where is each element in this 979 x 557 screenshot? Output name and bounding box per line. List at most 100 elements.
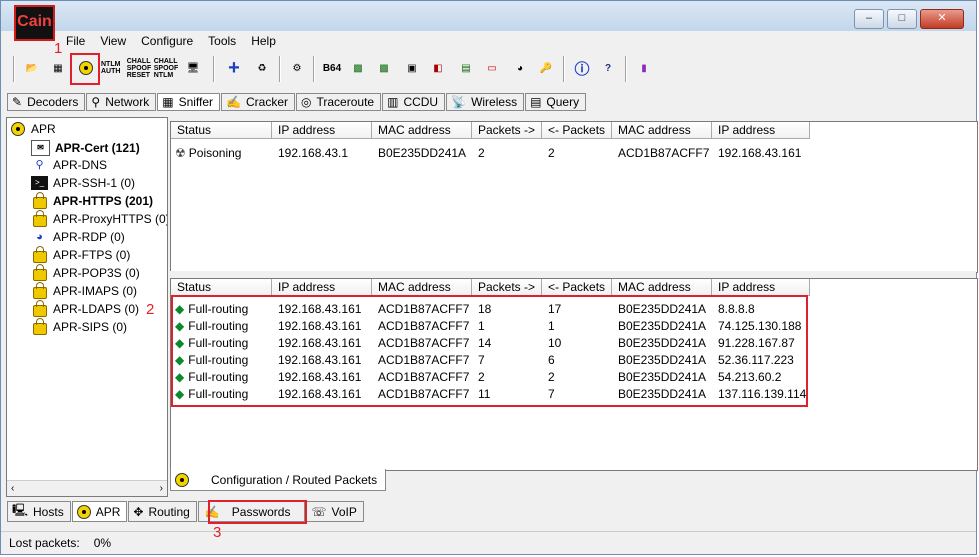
exit-icon[interactable]: ▮ [633, 57, 655, 79]
column-status[interactable]: Status [171, 122, 272, 139]
tree-item-label: APR-LDAPS (0) [53, 302, 140, 316]
help-icon[interactable]: ? [597, 57, 619, 79]
tab-label: Cracker [246, 95, 289, 109]
open-folder-icon[interactable]: 📂 [21, 57, 43, 79]
scroll-right-icon[interactable]: › [160, 483, 163, 494]
toolbar-separator [213, 56, 215, 82]
info-icon[interactable]: ⓘ [571, 57, 593, 79]
start-sniffer-icon[interactable]: ▦ [47, 57, 69, 79]
tab-query[interactable]: ▤ Query [525, 93, 587, 111]
tree-item-apr-pop3s[interactable]: APR-POP3S (0) [31, 264, 140, 281]
card-icon[interactable]: ▭ [481, 57, 503, 79]
tree-item-apr-rdp[interactable]: ◕ APR-RDP (0) [31, 230, 125, 244]
column-status[interactable]: Status [171, 279, 272, 296]
base64-button[interactable]: B64 [321, 57, 343, 79]
network-icon: ⚲ [91, 95, 101, 109]
tree-horizontal-scrollbar[interactable]: ‹ › [7, 480, 167, 496]
tab-cracker[interactable]: ✍ Cracker [221, 93, 296, 111]
maximize-button[interactable]: □ [887, 9, 917, 29]
tab-traceroute[interactable]: ◎ Traceroute [296, 93, 382, 111]
screen-icon[interactable]: 🖥 [182, 57, 204, 79]
tree-item-apr-ldaps[interactable]: APR-LDAPS (0) [31, 300, 140, 317]
tab-apr[interactable]: APR [71, 501, 128, 522]
tab-routing[interactable]: ✥ Routing [128, 501, 197, 522]
table-header: Status IP address MAC address Packets ->… [171, 279, 810, 296]
column-packets-in[interactable]: <- Packets [542, 122, 612, 139]
toolbar-separator [279, 56, 281, 82]
window-controls: – □ ✕ [854, 9, 964, 29]
add-icon[interactable]: + [223, 57, 245, 79]
panel-splitter[interactable] [170, 271, 976, 277]
column-ip-address[interactable]: IP address [272, 122, 372, 139]
rainbow-icon[interactable]: ▣ [401, 57, 423, 79]
column-mac-address[interactable]: MAC address [372, 279, 472, 296]
tab-sniffer[interactable]: ▦ Sniffer [157, 93, 221, 111]
tab-voip[interactable]: ☏ VoIP [306, 501, 364, 522]
column-packets-out[interactable]: Packets -> [472, 122, 542, 139]
terminal-icon: >_ [31, 176, 48, 190]
tab-wireless[interactable]: 📡 Wireless [446, 93, 525, 111]
column-mac-address[interactable]: MAC address [372, 122, 472, 139]
lost-packets-label: Lost packets: [9, 535, 80, 550]
column-mac-address-2[interactable]: MAC address [612, 122, 712, 139]
tree-item-apr-https[interactable]: APR-HTTPS (201) [31, 192, 153, 209]
column-packets-in[interactable]: <- Packets [542, 279, 612, 296]
tree-item-label: APR-SIPS (0) [53, 320, 128, 334]
tab-network[interactable]: ⚲ Network [86, 93, 157, 111]
menu-help[interactable]: Help [251, 31, 276, 51]
column-mac-address-2[interactable]: MAC address [612, 279, 712, 296]
lock-icon [31, 264, 48, 281]
calculator-icon[interactable]: ▤ [455, 57, 477, 79]
lm-hash-icon[interactable]: ▩ [347, 57, 369, 79]
scroll-left-icon[interactable]: ‹ [11, 483, 14, 494]
tree-root-apr[interactable]: APR [11, 122, 56, 136]
highlight-passwords-tab [208, 500, 307, 524]
menu-view[interactable]: View [100, 31, 126, 51]
tab-decoders[interactable]: ✎ Decoders [7, 93, 86, 111]
tab-configuration-routed-packets[interactable]: Configuration / Routed Packets [170, 469, 387, 491]
menu-configure[interactable]: Configure [141, 31, 193, 51]
tree-item-apr-dns[interactable]: ⚲ APR-DNS [31, 158, 107, 172]
chall-spoof-ntlm-button[interactable]: CHALL SPOOF NTLM [154, 57, 179, 79]
tree-item-apr-ftps[interactable]: APR-FTPS (0) [31, 246, 130, 263]
close-button[interactable]: ✕ [920, 9, 964, 29]
column-packets-out[interactable]: Packets -> [472, 279, 542, 296]
column-ip-address-2[interactable]: IP address [712, 122, 810, 139]
hash-icon[interactable]: ▩ [373, 57, 395, 79]
apr-nuke-icon [76, 504, 91, 519]
tab-label: CCDU [403, 95, 439, 109]
tree-item-label: APR-Cert (121) [55, 141, 140, 155]
column-ip-address[interactable]: IP address [272, 279, 372, 296]
decoder-icon[interactable]: ⚙ [286, 57, 308, 79]
table-row[interactable]: ☢ Poisoning 192.168.43.1 B0E235DD241A 2 2… [171, 145, 810, 162]
tab-ccdu[interactable]: ▥ CCDU [382, 93, 446, 111]
minimize-button[interactable]: – [854, 9, 884, 29]
tree-item-apr-sips[interactable]: APR-SIPS (0) [31, 318, 128, 335]
dc-icon[interactable]: ◧ [427, 57, 449, 79]
tree-item-label: APR-POP3S (0) [53, 266, 140, 280]
key-icon[interactable]: 🔑 [535, 57, 557, 79]
voip-icon: ☏ [311, 504, 327, 519]
highlight-apr-button [70, 53, 100, 85]
tab-hosts[interactable]: 🖳 Hosts [7, 501, 71, 522]
globe-icon[interactable]: ◕ [509, 57, 531, 79]
annotation-1: 1 [54, 40, 63, 57]
tree-item-apr-ssh1[interactable]: >_ APR-SSH-1 (0) [31, 176, 135, 190]
column-ip-address-2[interactable]: IP address [712, 279, 810, 296]
menu-file[interactable]: File [66, 31, 85, 51]
toolbar-separator [625, 56, 627, 82]
chall-spoof-reset-button[interactable]: CHALL SPOOF RESET [127, 57, 152, 79]
tab-label: Network [105, 95, 150, 109]
sniffer-icon: ▦ [162, 95, 174, 109]
apr-tree: APR ✉ APR-Cert (121) ⚲ APR-DNS >_ APR-SS… [6, 117, 168, 497]
top-tab-bar: ✎ Decoders ⚲ Network ▦ Sniffer ✍ Cracker ◎ Tr… [7, 93, 587, 111]
wireless-icon: 📡 [451, 95, 467, 109]
toolbar: 📂 ▦ NTLM AUTH CHALL SPOOF RESET CHALL SP… [1, 53, 976, 89]
tree-item-apr-proxyhttps[interactable]: APR-ProxyHTTPS (0) [31, 210, 167, 227]
tree-item-apr-cert[interactable]: ✉ APR-Cert (121) [31, 140, 140, 156]
annotation-3: 3 [213, 524, 222, 541]
ntlm-auth-button[interactable]: NTLM AUTH [101, 57, 123, 79]
tree-item-apr-imaps[interactable]: APR-IMAPS (0) [31, 282, 137, 299]
menu-tools[interactable]: Tools [208, 31, 236, 51]
recycle-icon[interactable]: ♻ [251, 57, 273, 79]
